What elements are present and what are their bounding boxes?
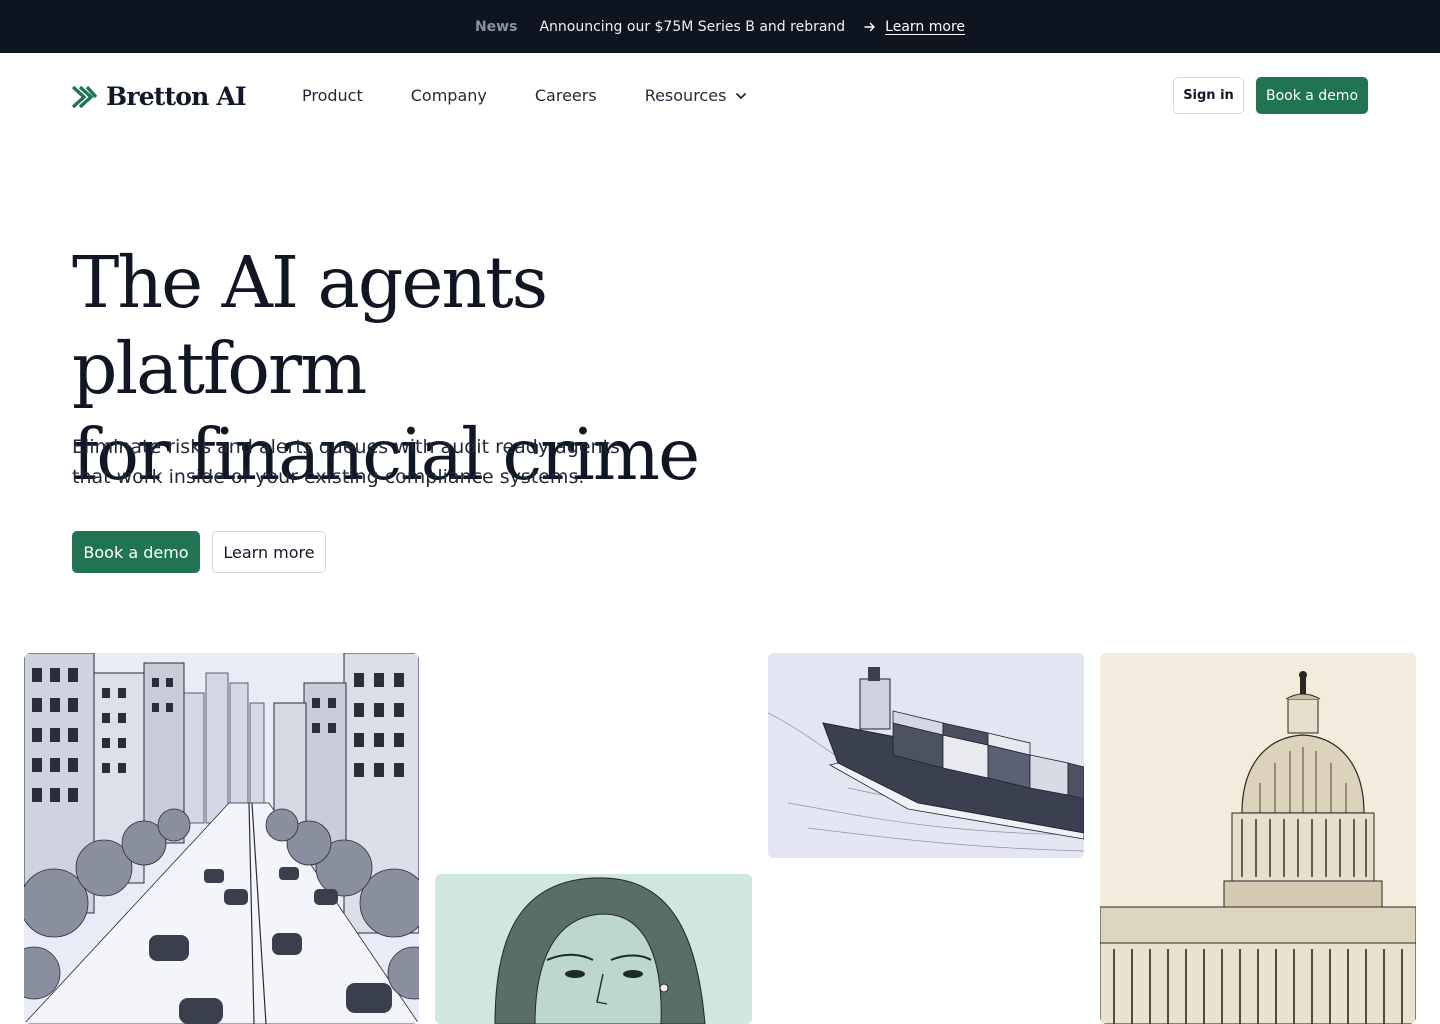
main-nav: Bretton AI Product Company Careers Resou…: [0, 53, 1440, 139]
chevron-down-icon: [736, 92, 747, 99]
capitol-building-illustration: [1100, 653, 1416, 1024]
hero-subtitle: Eliminate risks and alerts queues with a…: [72, 432, 632, 492]
nav-link-company[interactable]: Company: [411, 86, 487, 105]
nav-link-product[interactable]: Product: [302, 86, 363, 105]
announcement-learn-more-link[interactable]: Learn more: [885, 19, 965, 35]
sign-in-button[interactable]: Sign in: [1173, 77, 1244, 114]
brand-logo[interactable]: Bretton AI: [72, 82, 247, 111]
chevron-stripes-logo-icon: [72, 84, 98, 110]
city-street-illustration: [24, 653, 419, 1024]
hero-book-demo-button[interactable]: Book a demo: [72, 531, 200, 573]
book-demo-button[interactable]: Book a demo: [1256, 77, 1368, 114]
announcement-bar: News Announcing our $75M Series B and re…: [0, 0, 1440, 53]
nav-link-resources[interactable]: Resources: [645, 86, 749, 105]
nav-links: Product Company Careers Resources: [302, 86, 796, 105]
brand-name: Bretton AI: [106, 82, 247, 111]
arrow-right-icon: [863, 20, 877, 34]
hero-subtitle-line-2: that work inside of your existing compli…: [72, 466, 585, 488]
nav-link-resources-label: Resources: [644, 86, 727, 105]
hero-title-line-1: The AI agents platform: [72, 241, 548, 410]
hero-learn-more-button[interactable]: Learn more: [212, 531, 326, 573]
woman-portrait-illustration: [435, 874, 752, 1024]
hero-subtitle-line-1: Eliminate risks and alerts queues with a…: [72, 436, 620, 458]
announcement-message: Announcing our $75M Series B and rebrand: [539, 18, 846, 35]
nav-link-careers[interactable]: Careers: [535, 86, 597, 105]
announcement-tag: News: [474, 18, 518, 35]
container-ship-illustration: [768, 653, 1084, 858]
